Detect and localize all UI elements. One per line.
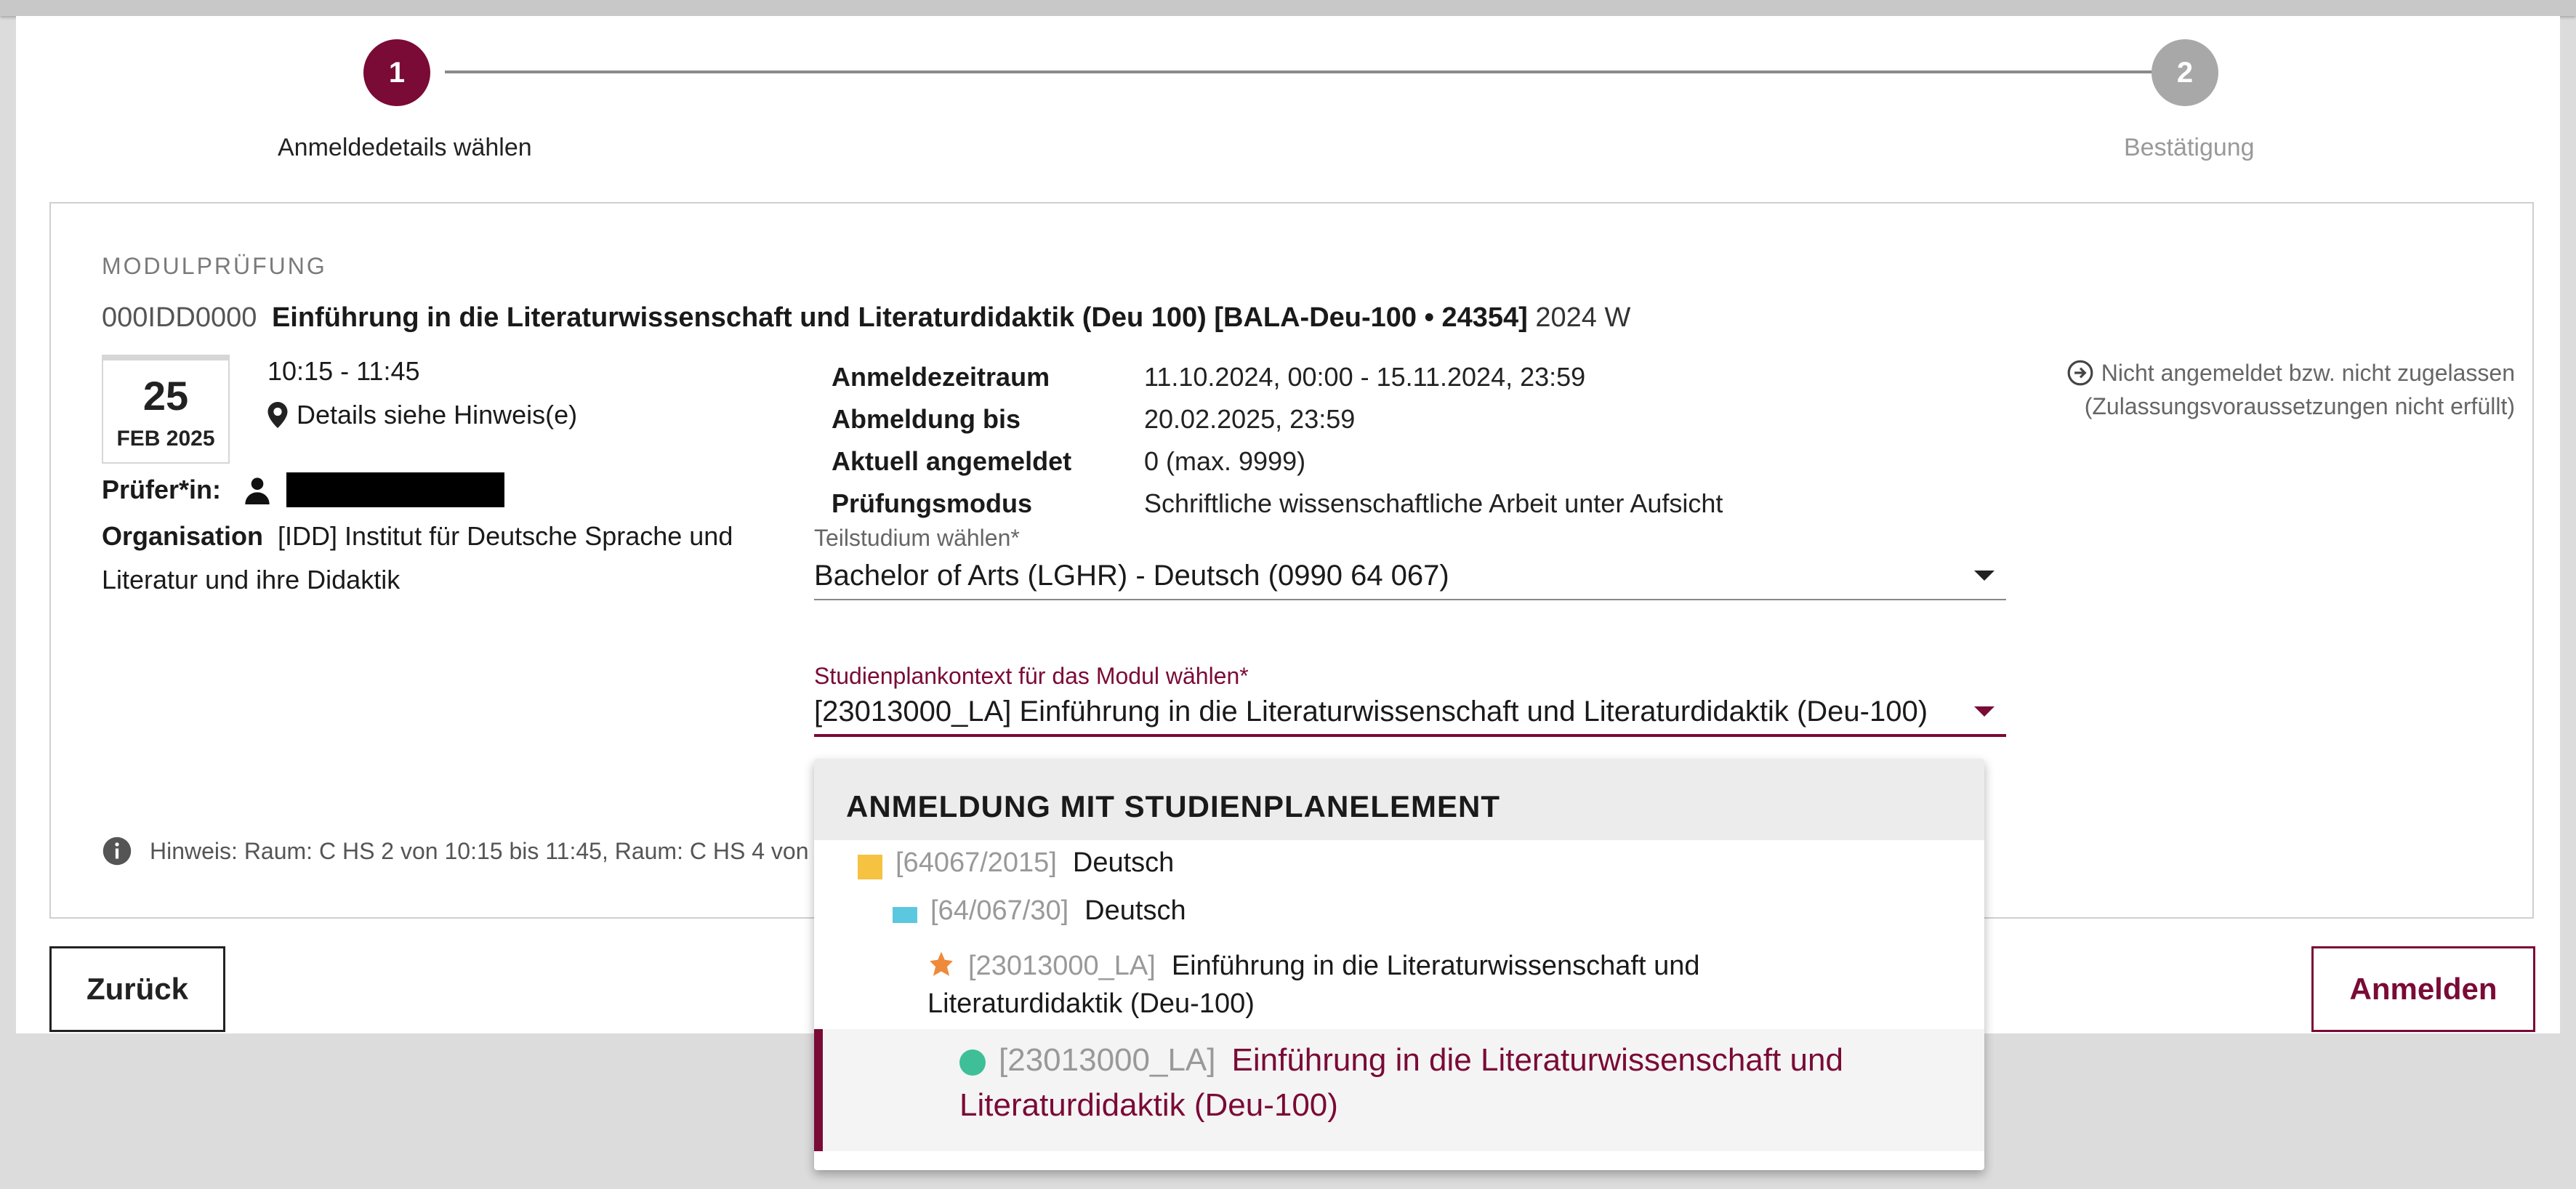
registration-details: Anmeldezeitraum 11.10.2024, 00:00 - 15.1… bbox=[832, 356, 1723, 525]
dropdown-option[interactable]: [64067/2015] Deutsch bbox=[858, 847, 1174, 879]
option-code: [64/067/30] bbox=[930, 895, 1069, 926]
exam-location[interactable]: Details siehe Hinweis(e) bbox=[267, 400, 577, 430]
teilstudium-select[interactable]: Bachelor of Arts (LGHR) - Deutsch (0990 … bbox=[814, 552, 2006, 600]
kontext-label: Studienplankontext für das Modul wählen* bbox=[814, 663, 1249, 689]
option-text: Einführung in die Literaturwissenschaft … bbox=[1231, 1042, 1843, 1078]
teilstudium-value: Bachelor of Arts (LGHR) - Deutsch (0990 … bbox=[814, 559, 1449, 592]
exam-date-month: FEB 2025 bbox=[116, 427, 215, 451]
step-1-indicator[interactable]: 1 bbox=[363, 39, 430, 106]
stepper-line bbox=[445, 70, 2175, 73]
card-kind-label: MODULPRÜFUNG bbox=[102, 253, 327, 279]
dropdown-option[interactable]: [64/067/30] Deutsch bbox=[893, 895, 1186, 927]
teilstudium-label: Teilstudium wählen* bbox=[814, 525, 1020, 551]
kontext-value: [23013000_LA] Einführung in die Literatu… bbox=[814, 695, 1928, 727]
module-name: Einführung in die Literaturwissenschaft … bbox=[271, 302, 1528, 333]
detail-key: Aktuell angemeldet bbox=[832, 446, 1072, 476]
step-2-label: Bestätigung bbox=[2124, 134, 2255, 161]
detail-row: Anmeldezeitraum 11.10.2024, 00:00 - 15.1… bbox=[832, 356, 1723, 398]
dropdown-group-header: ANMELDUNG MIT STUDIENPLANELEMENT bbox=[814, 759, 1984, 840]
exam-location-text: Details siehe Hinweis(e) bbox=[297, 400, 578, 430]
option-code: [23013000_LA] bbox=[968, 951, 1156, 981]
detail-value: 20.02.2025, 23:59 bbox=[1144, 404, 1356, 434]
detail-row: Aktuell angemeldet 0 (max. 9999) bbox=[832, 440, 1723, 483]
detail-row: Abmeldung bis 20.02.2025, 23:59 bbox=[832, 398, 1723, 440]
room-hint: Hinweis: Raum: C HS 2 von 10:15 bis 11:4… bbox=[102, 836, 848, 866]
detail-value: 11.10.2024, 00:00 - 15.11.2024, 23:59 bbox=[1144, 362, 1586, 392]
examiner-name-redacted bbox=[286, 472, 505, 507]
location-pin-icon bbox=[267, 402, 288, 428]
step-2-indicator[interactable]: 2 bbox=[2152, 39, 2218, 106]
module-title: 000IDD0000 Einführung in die Literaturwi… bbox=[102, 302, 1630, 334]
detail-row: Prüfungsmodus Schriftliche wissenschaftl… bbox=[832, 483, 1723, 525]
option-text-line-2: Literaturdidaktik (Deu-100) bbox=[959, 1087, 1338, 1123]
examiner-row: Prüfer*in: bbox=[102, 472, 505, 507]
chevron-down-icon[interactable] bbox=[1974, 706, 1995, 717]
room-hint-text: Hinweis: Raum: C HS 2 von 10:15 bis 11:4… bbox=[150, 837, 848, 864]
exam-date-day: 25 bbox=[142, 373, 189, 419]
chevron-down-icon[interactable] bbox=[1974, 571, 1995, 581]
course-dot-icon bbox=[959, 1049, 986, 1076]
arrow-right-circle-icon bbox=[2067, 360, 2093, 386]
exam-date-box: 25 FEB 2025 bbox=[102, 355, 230, 464]
detail-value: Schriftliche wissenschaftliche Arbeit un… bbox=[1144, 488, 1723, 518]
option-text: Deutsch bbox=[1072, 847, 1175, 878]
detail-key: Anmeldezeitraum bbox=[832, 362, 1050, 392]
kontext-select[interactable]: [23013000_LA] Einführung in die Literatu… bbox=[814, 689, 2006, 737]
module-code: 000IDD0000 bbox=[102, 302, 257, 333]
registration-status: Nicht angemeldet bzw. nicht zugelassen (… bbox=[2021, 356, 2515, 423]
organisation-row: Organisation [IDD] Institut für Deutsche … bbox=[102, 515, 756, 602]
option-text: Einführung in die Literaturwissenschaft … bbox=[1171, 951, 1700, 981]
back-button[interactable]: Zurück bbox=[49, 946, 225, 1032]
examiner-label: Prüfer*in: bbox=[102, 475, 222, 504]
module-star-icon bbox=[930, 951, 953, 976]
detail-value: 0 (max. 9999) bbox=[1144, 446, 1306, 476]
registration-status-text: Nicht angemeldet bzw. nicht zugelassen (… bbox=[2084, 360, 2515, 419]
dropdown-option[interactable]: [23013000_LA] Einführung in die Literatu… bbox=[927, 943, 1872, 988]
module-term: 2024 W bbox=[1535, 302, 1631, 333]
step-1-label: Anmeldedetails wählen bbox=[278, 134, 532, 161]
kontext-dropdown-menu: ANMELDUNG MIT STUDIENPLANELEMENT [64067/… bbox=[814, 759, 1984, 1170]
exam-time: 10:15 - 11:45 bbox=[267, 356, 420, 386]
option-text: Deutsch bbox=[1084, 895, 1186, 926]
option-code: [23013000_LA] bbox=[999, 1042, 1216, 1078]
dropdown-option-selected-label[interactable]: [23013000_LA] Einführung in die Literatu… bbox=[959, 1042, 1843, 1079]
window-top-bar bbox=[0, 0, 2576, 16]
detail-key: Abmeldung bis bbox=[832, 404, 1021, 434]
info-icon bbox=[102, 837, 132, 866]
register-button[interactable]: Anmelden bbox=[2311, 946, 2535, 1032]
detail-key: Prüfungsmodus bbox=[832, 488, 1032, 518]
organisation-label: Organisation bbox=[102, 521, 264, 551]
option-text-line-2: Literaturdidaktik (Deu-100) bbox=[927, 988, 1255, 1019]
option-code: [64067/2015] bbox=[895, 847, 1057, 878]
section-bar-icon bbox=[893, 907, 917, 923]
person-icon bbox=[245, 477, 270, 504]
folder-square-icon bbox=[858, 855, 882, 879]
